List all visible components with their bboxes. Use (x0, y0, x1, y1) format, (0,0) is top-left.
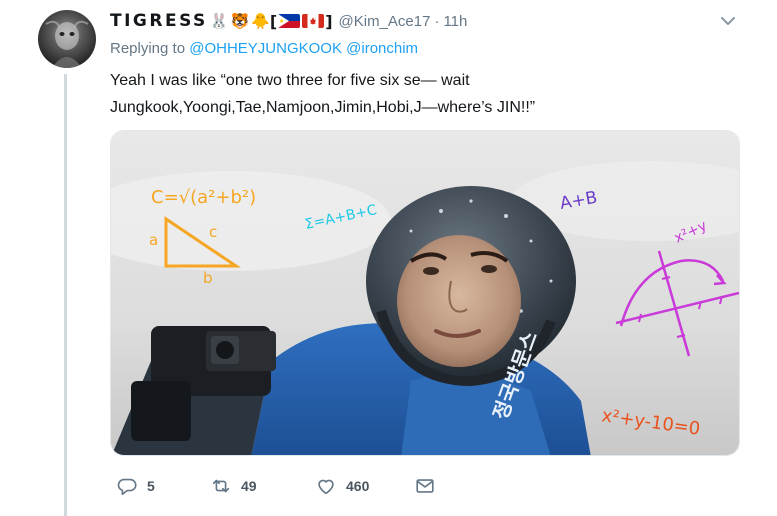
like-count: 460 (346, 478, 370, 494)
bracket-close: ] (325, 11, 333, 31)
separator-dot: · (434, 12, 440, 30)
triangle-label-c: c (209, 223, 217, 241)
display-name[interactable]: TIGRESS (110, 11, 208, 31)
avatar[interactable] (38, 10, 96, 68)
tweet-media[interactable]: 정국방문스 C=√(a²+b²) a c b Σ=A+B+C A+B x²+y … (110, 130, 740, 456)
mention-link[interactable]: @ironchim (346, 40, 418, 57)
tweet[interactable]: TIGRESS 🐰 🐯 🐥 [ ] @Kim_Ace17 · 11h Reply… (0, 0, 777, 516)
media-image: 정국방문스 C=√(a²+b²) a c b Σ=A+B+C A+B x²+y … (111, 131, 739, 455)
rabbit-emoji: 🐰 (209, 13, 229, 30)
reply-count: 5 (147, 478, 155, 494)
triangle-label-b: b (203, 269, 213, 287)
user-handle[interactable]: @Kim_Ace17 (339, 13, 431, 30)
like-button[interactable]: 460 (315, 474, 369, 498)
tweet-text-line: Jungkook,Yoongi,Tae,Namjoon,Jimin,Hobi,J… (110, 99, 536, 116)
thread-line (64, 74, 67, 516)
timestamp[interactable]: 11h (443, 13, 467, 30)
reply-icon (117, 478, 137, 496)
tweet-text: Yeah I was like “one two three for five … (110, 67, 730, 121)
retweet-button[interactable]: 49 (210, 474, 257, 498)
tweet-actions: 5 49 460 (110, 474, 510, 498)
direct-message-button[interactable] (414, 474, 436, 498)
chevron-down-icon[interactable] (719, 12, 737, 30)
canada-flag-icon (302, 14, 325, 28)
replying-to: Replying to @OHHEYJUNGKOOK @ironchim (110, 40, 418, 57)
tweet-text-line: Yeah I was like “one two three for five … (110, 72, 470, 89)
philippines-flag-icon (278, 14, 301, 28)
tiger-emoji: 🐯 (230, 13, 250, 30)
reply-button[interactable]: 5 (116, 474, 155, 498)
chick-emoji: 🐥 (251, 13, 270, 30)
triangle-label-a: a (149, 231, 158, 249)
replying-prefix: Replying to (110, 40, 186, 57)
tweet-header: TIGRESS 🐰 🐯 🐥 [ ] @Kim_Ace17 · 11h (110, 9, 467, 33)
mention-link[interactable]: @OHHEYJUNGKOOK (189, 40, 342, 57)
avatar-image (45, 20, 89, 68)
envelope-icon (416, 479, 434, 493)
retweet-count: 49 (241, 478, 257, 494)
formula-hypotenuse: C=√(a²+b²) (151, 187, 256, 208)
retweet-icon (212, 479, 230, 493)
bracket-open: [ (269, 11, 278, 31)
heart-icon (318, 479, 334, 495)
